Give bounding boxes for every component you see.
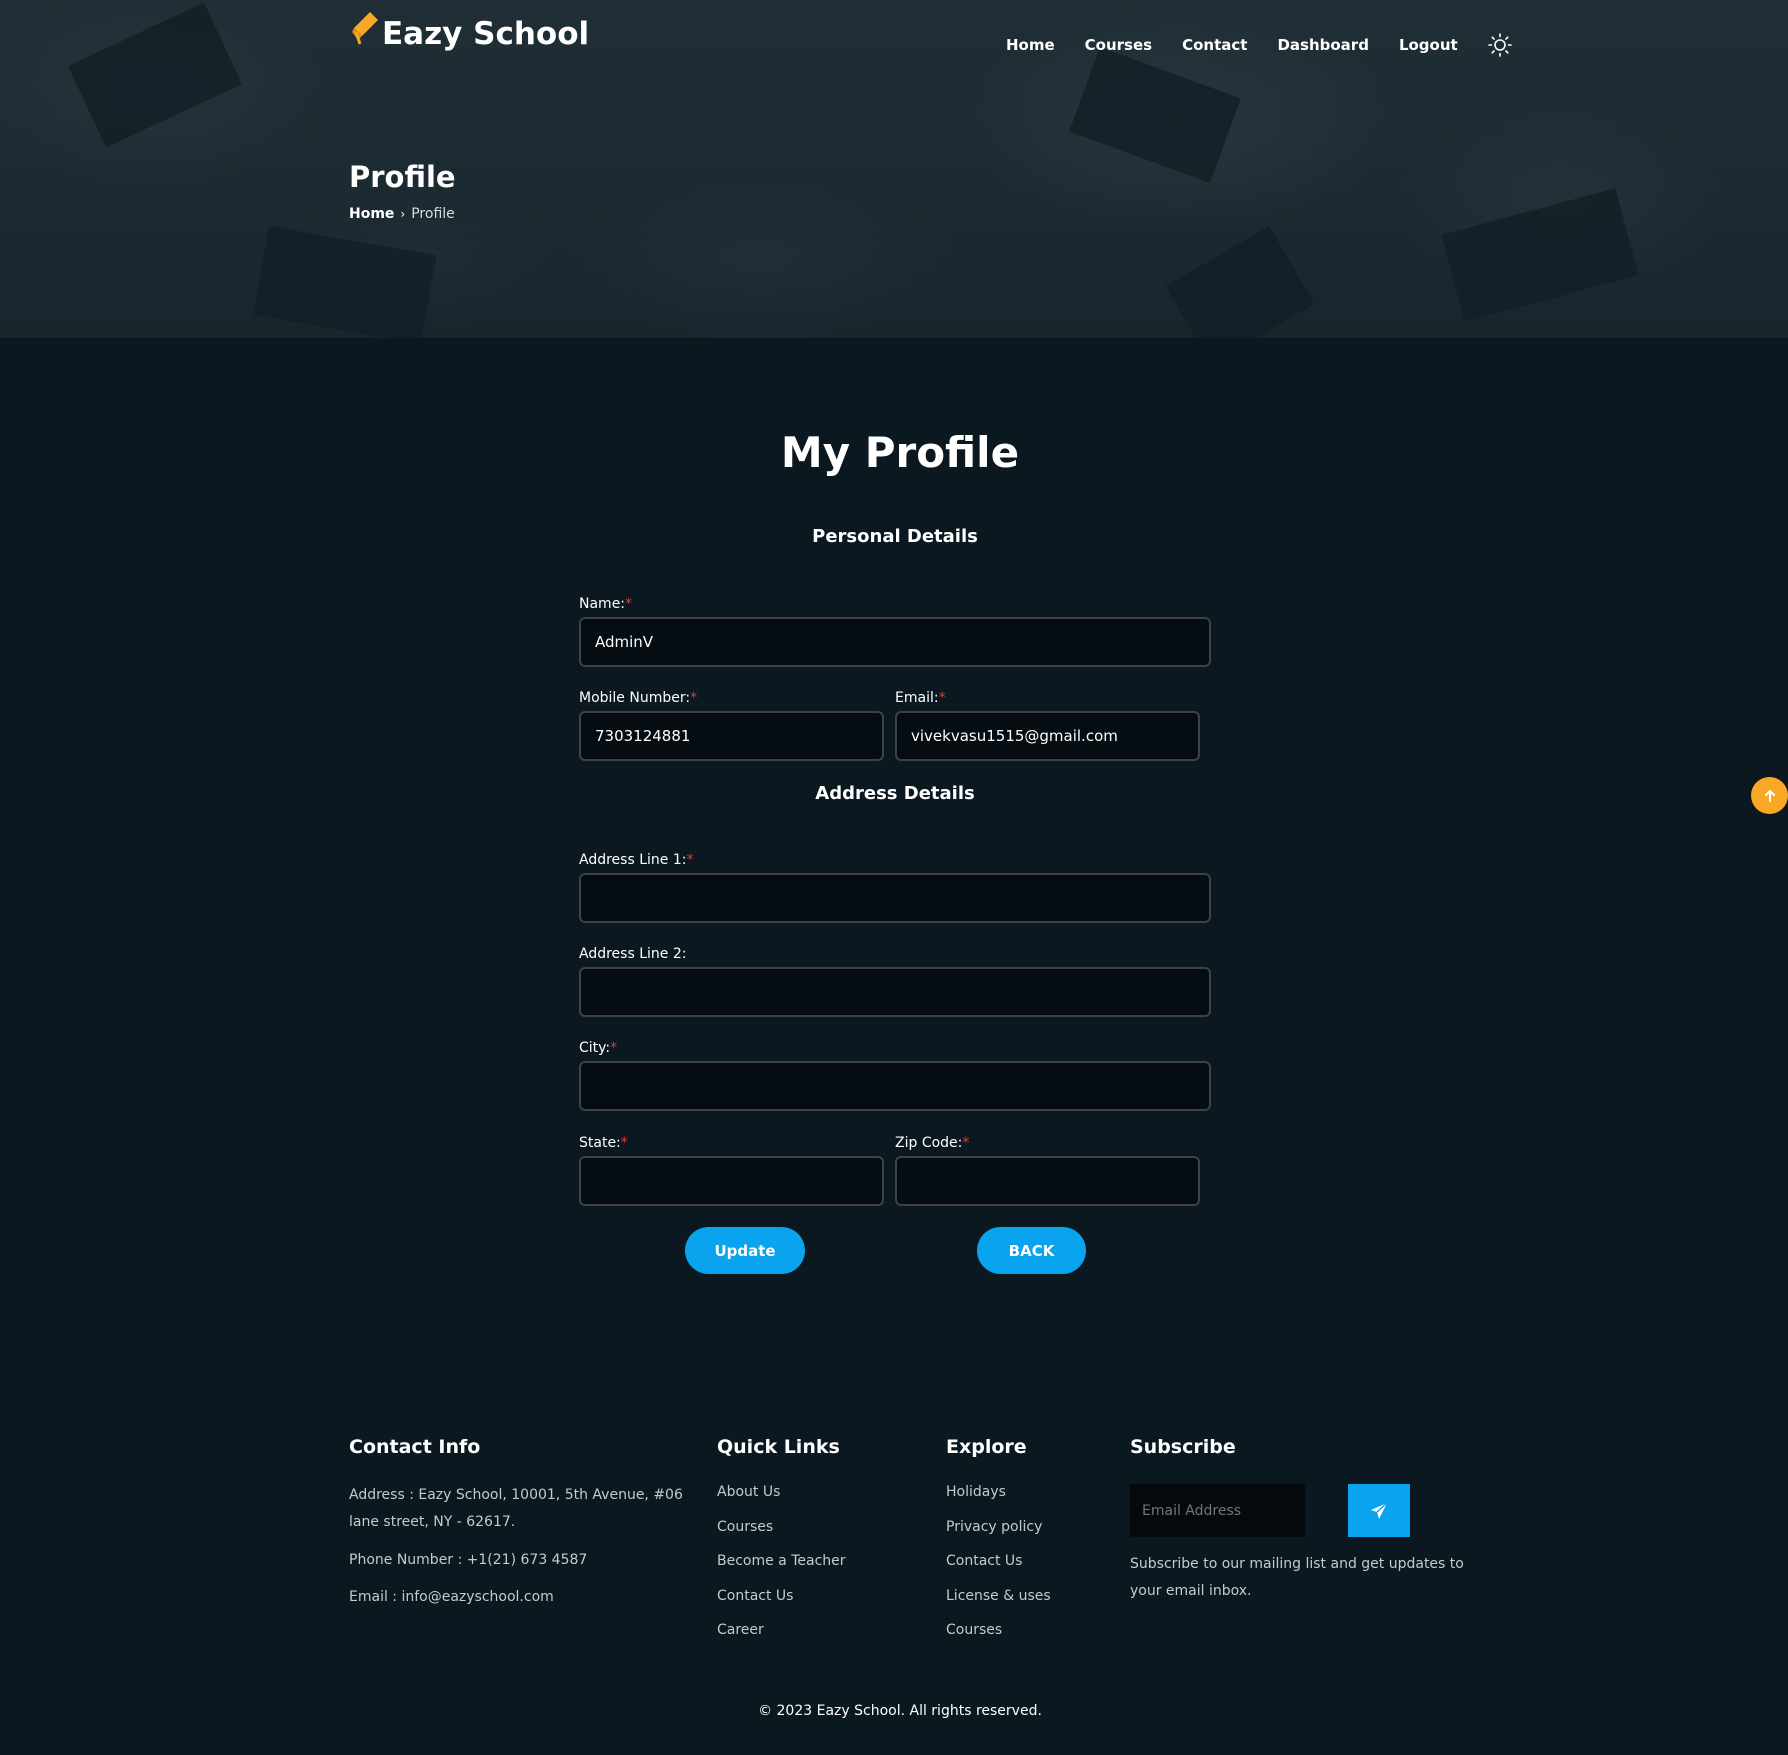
copyright-text: © 2023 Eazy School. All rights reserved.	[758, 1703, 1042, 1719]
footer-email: Email : info@eazyschool.com	[349, 1589, 554, 1605]
graduation-cap-icon	[352, 12, 378, 45]
address2-label: Address Line 2:	[579, 946, 687, 962]
explore-link-license[interactable]: License & uses	[946, 1588, 1051, 1604]
city-input[interactable]	[579, 1061, 1211, 1111]
email-label: Email:*	[895, 690, 946, 706]
quick-link-become-teacher[interactable]: Become a Teacher	[717, 1553, 846, 1569]
breadcrumb: Home › Profile	[349, 206, 455, 222]
mobile-label: Mobile Number:*	[579, 690, 698, 706]
zip-input[interactable]	[895, 1156, 1200, 1206]
back-button[interactable]: BACK	[977, 1227, 1086, 1274]
address1-input[interactable]	[579, 873, 1211, 923]
footer-contact-heading: Contact Info	[349, 1436, 481, 1458]
nav-contact[interactable]: Contact	[1182, 36, 1247, 54]
quick-link-about-us[interactable]: About Us	[717, 1484, 780, 1500]
explore-link-privacy[interactable]: Privacy policy	[946, 1519, 1042, 1535]
explore-link-contact[interactable]: Contact Us	[946, 1553, 1022, 1569]
main-nav: Home Courses Contact Dashboard Logout	[1006, 33, 1512, 57]
name-input[interactable]	[579, 617, 1211, 667]
sun-icon[interactable]	[1487, 33, 1512, 57]
form-title: My Profile	[780, 428, 1020, 477]
mobile-input[interactable]	[579, 711, 884, 761]
arrow-up-icon	[1764, 789, 1775, 802]
chevron-right-icon: ›	[400, 207, 406, 221]
state-label: State:*	[579, 1135, 628, 1151]
email-input[interactable]	[895, 711, 1200, 761]
nav-dashboard[interactable]: Dashboard	[1277, 36, 1368, 54]
explore-link-holidays[interactable]: Holidays	[946, 1484, 1006, 1500]
name-label: Name:*	[579, 596, 633, 612]
page-title: Profile	[349, 160, 456, 194]
subscribe-button[interactable]	[1348, 1484, 1410, 1537]
explore-link-courses[interactable]: Courses	[946, 1622, 1002, 1638]
personal-details-heading: Personal Details	[812, 526, 978, 547]
subscribe-description: Subscribe to our mailing list and get up…	[1130, 1556, 1464, 1599]
address2-input[interactable]	[579, 967, 1211, 1017]
footer-quick-links-heading: Quick Links	[717, 1436, 840, 1458]
brand-name: Eazy School	[382, 16, 590, 52]
scroll-to-top-button[interactable]	[1751, 777, 1788, 814]
brand-logo[interactable]: Eazy School	[350, 10, 589, 50]
footer-subscribe-heading: Subscribe	[1130, 1436, 1236, 1458]
city-label: City:*	[579, 1040, 618, 1056]
nav-home[interactable]: Home	[1006, 36, 1055, 54]
paper-plane-icon	[1371, 1501, 1388, 1519]
breadcrumb-home[interactable]: Home	[349, 206, 394, 222]
footer-address: Address : Eazy School, 10001, 5th Avenue…	[349, 1487, 683, 1530]
nav-courses[interactable]: Courses	[1085, 36, 1152, 54]
update-button[interactable]: Update	[685, 1227, 805, 1274]
zip-label: Zip Code:*	[895, 1135, 970, 1151]
footer-phone: Phone Number : +1(21) 673 4587	[349, 1552, 588, 1568]
address-details-heading: Address Details	[815, 783, 975, 804]
quick-link-contact-us[interactable]: Contact Us	[717, 1588, 793, 1604]
quick-link-courses[interactable]: Courses	[717, 1519, 773, 1535]
quick-link-career[interactable]: Career	[717, 1622, 764, 1638]
state-input[interactable]	[579, 1156, 884, 1206]
nav-logout[interactable]: Logout	[1399, 36, 1458, 54]
breadcrumb-current: Profile	[411, 206, 455, 222]
hero-banner	[0, 0, 1788, 338]
address1-label: Address Line 1:*	[579, 852, 694, 868]
footer-explore-heading: Explore	[946, 1436, 1027, 1458]
subscribe-email-input[interactable]	[1130, 1484, 1305, 1537]
